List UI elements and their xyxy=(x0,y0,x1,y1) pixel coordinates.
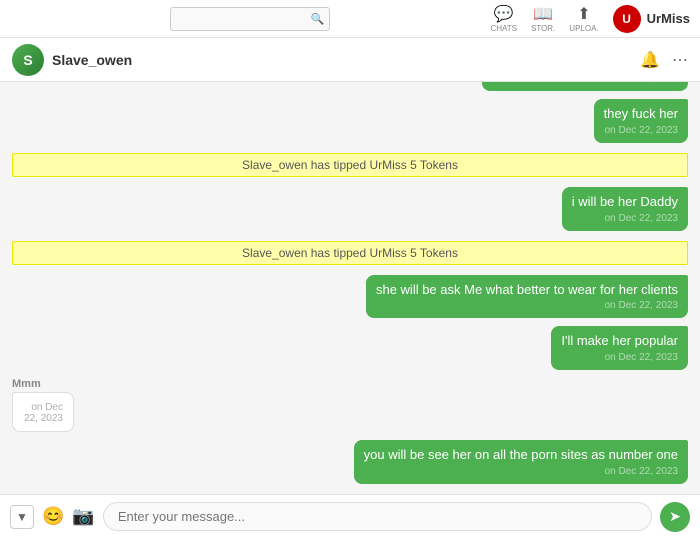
message-row: Mmm on Dec 22, 2023 xyxy=(12,378,688,432)
nav-icons: 💬 CHATS 📖 STOR. ⬆ UPLOA. U UrMiss xyxy=(490,4,690,33)
outgoing-message-bubble: she will be ask Me what better to wear f… xyxy=(366,275,688,319)
chat-symbol: 💬 xyxy=(494,4,514,24)
tip-notification: Slave_owen has tipped UrMiss 5 Tokens xyxy=(12,153,688,177)
chat-header-left: S Slave_owen xyxy=(12,44,640,76)
outgoing-message-bubble: i will be her Daddy on Dec 22, 2023 xyxy=(562,187,688,231)
chat-header-right: 🔔 ⋯ xyxy=(640,50,688,70)
top-nav: 🔍 💬 CHATS 📖 STOR. ⬆ UPLOA. U UrMiss xyxy=(0,0,700,38)
story-label: STOR. xyxy=(531,24,555,33)
nav-avatar: U xyxy=(613,5,641,33)
message-timestamp: on Dec 22, 2023 xyxy=(364,466,678,477)
search-input[interactable] xyxy=(170,7,330,31)
message-text: I'll make her popular xyxy=(561,333,678,350)
chevron-down-icon: ▼ xyxy=(16,510,28,524)
chat-label: CHATS xyxy=(490,24,517,33)
message-row: she will be ask Me what better to wear f… xyxy=(12,275,688,319)
message-timestamp: on Dec 22, 2023 xyxy=(604,125,678,136)
story-icon[interactable]: 📖 STOR. xyxy=(531,4,555,33)
message-row: i will be her Daddy on Dec 22, 2023 xyxy=(12,187,688,231)
incoming-message-bubble: on Dec 22, 2023 xyxy=(12,392,74,432)
message-text: you will be see her on all the porn site… xyxy=(364,447,678,464)
user-profile-nav[interactable]: U UrMiss xyxy=(613,5,690,33)
outgoing-message-bubble: you will be see her on all the porn site… xyxy=(354,440,688,484)
chat-messages-area: Slave_owen has tipped UrMiss 5 TokensI w… xyxy=(0,82,700,494)
upload-symbol: ⬆ xyxy=(577,4,590,24)
message-timestamp: on Dec 22, 2023 xyxy=(23,402,63,424)
message-timestamp: on Dec 22, 2023 xyxy=(561,352,678,363)
chat-footer: ▼ 😊 📷 ➤ xyxy=(0,494,700,538)
outgoing-message-bubble: and I be taking money from menon Dec 22,… xyxy=(482,82,688,91)
send-icon: ➤ xyxy=(669,508,681,525)
chat-contact-avatar: S xyxy=(12,44,44,76)
notification-bell-icon[interactable]: 🔔 xyxy=(640,50,660,70)
message-timestamp: on Dec 22, 2023 xyxy=(492,82,678,84)
search-bar-container: 🔍 xyxy=(10,7,490,31)
message-timestamp: on Dec 22, 2023 xyxy=(572,213,678,224)
message-text: she will be ask Me what better to wear f… xyxy=(376,282,678,299)
incoming-message-wrapper: Mmm on Dec 22, 2023 xyxy=(12,378,107,432)
chat-header: S Slave_owen 🔔 ⋯ xyxy=(0,38,700,82)
camera-icon[interactable]: 📷 xyxy=(72,506,94,527)
message-row: I'll make her popular on Dec 22, 2023 xyxy=(12,326,688,370)
send-button[interactable]: ➤ xyxy=(660,502,690,532)
emoji-icon[interactable]: 😊 xyxy=(42,506,64,527)
message-input[interactable] xyxy=(103,502,652,531)
tip-notification: Slave_owen has tipped UrMiss 5 Tokens xyxy=(12,241,688,265)
outgoing-message-bubble: I'll make her popular on Dec 22, 2023 xyxy=(551,326,688,370)
chat-contact-username: Slave_owen xyxy=(52,52,132,68)
more-options-icon[interactable]: ⋯ xyxy=(672,50,688,70)
chats-icon[interactable]: 💬 CHATS xyxy=(490,4,517,33)
story-symbol: 📖 xyxy=(533,4,553,24)
search-icon: 🔍 xyxy=(311,12,325,25)
message-text: they fuck her xyxy=(604,106,678,123)
incoming-sender-name: Mmm xyxy=(12,378,107,390)
upload-label: UPLOA. xyxy=(569,24,598,33)
upload-icon[interactable]: ⬆ UPLOA. xyxy=(569,4,598,33)
message-row: and I be taking money from menon Dec 22,… xyxy=(12,82,688,91)
message-row: they fuck her on Dec 22, 2023 xyxy=(12,99,688,143)
scroll-down-button[interactable]: ▼ xyxy=(10,505,34,529)
message-timestamp: on Dec 22, 2023 xyxy=(376,300,678,311)
message-text: i will be her Daddy xyxy=(572,194,678,211)
message-row: you will be see her on all the porn site… xyxy=(12,440,688,484)
outgoing-message-bubble: they fuck her on Dec 22, 2023 xyxy=(594,99,688,143)
nav-username: UrMiss xyxy=(647,11,690,26)
search-wrapper: 🔍 xyxy=(170,7,330,31)
